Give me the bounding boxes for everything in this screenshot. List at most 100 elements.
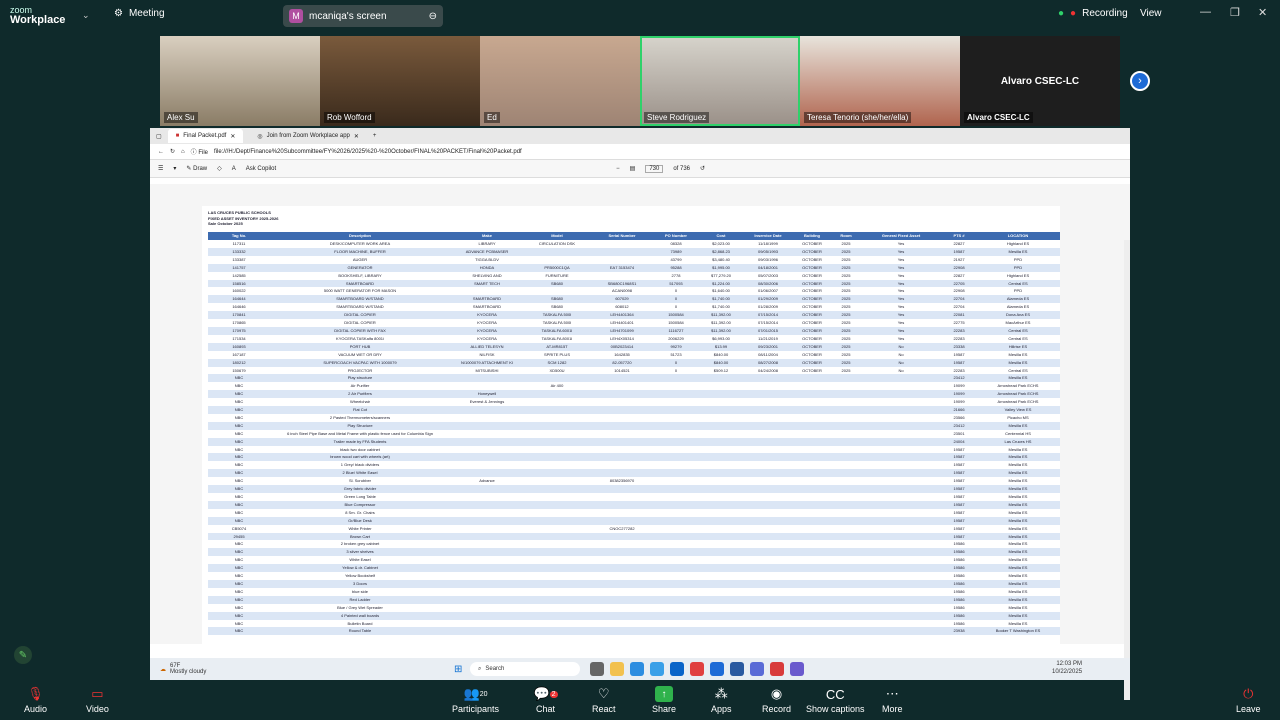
start-icon[interactable]: ⊞ bbox=[454, 664, 462, 675]
annotate-pen-icon[interactable]: ✎ bbox=[14, 646, 32, 664]
new-tab-icon[interactable]: + bbox=[373, 133, 377, 139]
erase-icon[interactable]: ◇ bbox=[217, 165, 222, 172]
close-tab-icon[interactable]: ✕ bbox=[230, 133, 235, 140]
back-icon[interactable]: ← bbox=[158, 149, 164, 155]
participant-tile[interactable]: Rob Wofford bbox=[320, 36, 480, 126]
pdf-viewport[interactable]: LAS CRUCES PUBLIC SCHOOLS FIXED ASSET IN… bbox=[150, 184, 1130, 700]
share-button[interactable]: ↑ Share bbox=[652, 686, 676, 714]
restore-icon[interactable]: ❐ bbox=[1230, 6, 1240, 19]
tab-zoom[interactable]: ◎ Join from Zoom Workplace app ✕ bbox=[249, 129, 367, 143]
table-cell: 19587 bbox=[953, 462, 965, 468]
rotate-icon[interactable]: ↺ bbox=[700, 165, 705, 172]
participant-tile[interactable]: Teresa Tenorio (she/her/ella) bbox=[800, 36, 960, 126]
refresh-icon[interactable]: ↻ bbox=[170, 148, 175, 155]
teams-icon[interactable] bbox=[750, 662, 764, 676]
table-cell bbox=[832, 525, 860, 533]
page-number-input[interactable]: 730 bbox=[645, 164, 664, 173]
clock[interactable]: 12:03 PM 10/22/2025 bbox=[1052, 660, 1082, 676]
table-cell: Yes bbox=[897, 272, 905, 278]
meeting-menu[interactable]: ⚙ Meeting bbox=[114, 8, 165, 19]
share-indicator[interactable]: M mcaniqa's screen ⊖ bbox=[283, 5, 443, 27]
table-cell: Red Ladder bbox=[270, 595, 450, 604]
acrobat-icon[interactable] bbox=[770, 662, 784, 676]
table-cell: 19587 bbox=[953, 494, 965, 499]
table-cell: Highland ES bbox=[1006, 272, 1030, 278]
table-cell bbox=[792, 500, 832, 509]
weather-widget[interactable]: 67F Mostly cloudy bbox=[170, 663, 206, 675]
chevron-down-icon[interactable]: ⌄ bbox=[82, 10, 90, 21]
table-cell: Blue / Grey Wet Spreader bbox=[337, 604, 383, 610]
captions-button[interactable]: CC Show captions bbox=[806, 686, 865, 715]
highlight-icon[interactable]: ▾ bbox=[173, 165, 176, 172]
table-cell bbox=[744, 421, 792, 430]
table-cell: $2,868.23 bbox=[698, 247, 744, 256]
leave-button[interactable]: ⏻ Leave bbox=[1236, 686, 1261, 714]
table-cell: 19586 bbox=[953, 588, 965, 594]
table-cell: OCTOBER bbox=[802, 256, 822, 262]
draw-button[interactable]: ✎ Draw bbox=[186, 165, 207, 172]
record-button[interactable]: ◉ Record bbox=[762, 686, 791, 714]
file-explorer-icon[interactable] bbox=[610, 662, 624, 676]
tab-final-packet[interactable]: ■ Final Packet.pdf ✕ bbox=[167, 129, 244, 143]
table-cell: black two door cabinet bbox=[340, 446, 380, 452]
minimize-icon[interactable]: — bbox=[1200, 6, 1211, 18]
vscode-icon[interactable] bbox=[730, 662, 744, 676]
table-cell: 04/24/2008 bbox=[757, 367, 779, 373]
chat-button[interactable]: 💬 2 Chat bbox=[533, 686, 558, 714]
close-icon[interactable]: ✕ bbox=[1258, 6, 1267, 19]
home-icon[interactable]: ⌂ bbox=[181, 149, 185, 155]
table-cell: SCM 1282 bbox=[524, 358, 590, 367]
scrollbar[interactable] bbox=[1124, 240, 1130, 700]
table-cell bbox=[698, 604, 744, 612]
table-cell: Yellow Bookshelf bbox=[344, 573, 376, 579]
taskbar-search[interactable]: ⌕ Search bbox=[470, 662, 580, 676]
video-button[interactable]: ▭ Video bbox=[86, 686, 109, 714]
edge-icon[interactable] bbox=[630, 662, 644, 676]
text-icon[interactable]: A bbox=[232, 166, 236, 172]
participant-tile-active[interactable]: Steve Rodriguez bbox=[640, 36, 800, 126]
close-tab-icon[interactable]: ✕ bbox=[354, 133, 359, 140]
table-cell: Yes bbox=[897, 241, 905, 246]
table-cell: 22908 bbox=[942, 263, 976, 272]
table-cell: TASKALFA 500I bbox=[542, 320, 572, 326]
address-bar[interactable]: ← ↻ ⌂ ⓘ File file:///H:/Dept/Finance%20S… bbox=[150, 144, 1130, 160]
tab-actions-icon[interactable]: ▢ bbox=[156, 133, 162, 140]
table-cell: NBC bbox=[208, 453, 270, 462]
page-view-icon[interactable]: ▤ bbox=[630, 165, 636, 172]
participant-tile[interactable]: Alvaro CSEC-LC Alvaro CSEC-LC bbox=[960, 36, 1120, 126]
view-menu[interactable]: View bbox=[1140, 8, 1162, 19]
table-cell bbox=[654, 540, 698, 548]
more-button[interactable]: ⋯ More bbox=[882, 686, 903, 714]
task-view-icon[interactable] bbox=[590, 662, 604, 676]
audio-button[interactable]: 🎙 Audio bbox=[24, 686, 47, 714]
participant-tile[interactable]: Alex Su bbox=[160, 36, 320, 126]
participants-button[interactable]: 👥 20 Participants bbox=[452, 686, 499, 714]
store-icon[interactable] bbox=[650, 662, 664, 676]
recording-indicator[interactable]: ● ● Recording bbox=[1058, 8, 1128, 19]
table-cell: 80382356970 bbox=[609, 478, 635, 484]
table-cell: DIGITAL COPIER bbox=[344, 320, 376, 326]
table-cell: $11,392.00 bbox=[711, 320, 731, 326]
share-options-icon[interactable]: ⊖ bbox=[429, 11, 437, 22]
react-button[interactable]: ♡ React bbox=[592, 686, 616, 714]
app-icon[interactable] bbox=[690, 662, 704, 676]
zoom-app-icon[interactable] bbox=[710, 662, 724, 676]
copilot-button[interactable]: Ask Copilot bbox=[246, 166, 276, 172]
table-cell bbox=[590, 516, 654, 525]
zoom-out-icon[interactable]: − bbox=[616, 166, 620, 172]
table-cell bbox=[860, 604, 942, 612]
participant-tile-text: Alvaro CSEC-LC bbox=[1000, 75, 1080, 87]
app-icon[interactable] bbox=[790, 662, 804, 676]
table-cell: DIGITAL COPIER bbox=[270, 311, 450, 320]
table-cell bbox=[698, 611, 744, 620]
next-page-icon[interactable]: › bbox=[1130, 71, 1150, 91]
address-text[interactable]: file:///H:/Dept/Finance%20Subcommittee/F… bbox=[214, 149, 522, 155]
participant-tile[interactable]: Ed bbox=[480, 36, 640, 126]
table-cell: NBC bbox=[234, 588, 244, 594]
table-cell bbox=[450, 627, 524, 636]
contents-icon[interactable]: ☰ bbox=[158, 165, 163, 172]
table-cell bbox=[832, 382, 860, 390]
apps-button[interactable]: ⁂ Apps bbox=[711, 686, 732, 714]
outlook-icon[interactable] bbox=[670, 662, 684, 676]
table-cell: OCTOBER bbox=[802, 335, 822, 341]
